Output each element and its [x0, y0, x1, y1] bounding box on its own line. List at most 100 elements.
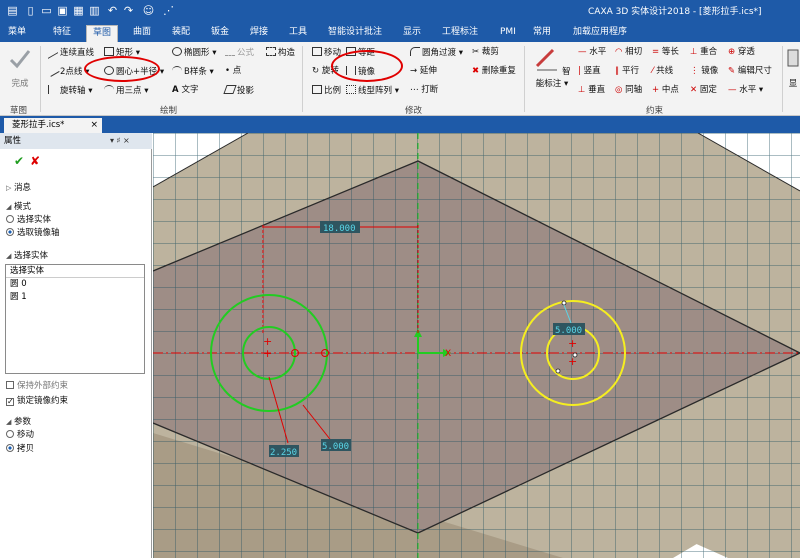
coincident-icon: ⊥: [690, 47, 701, 57]
select-entity-section[interactable]: ◢ 选择实体: [6, 249, 48, 261]
highlight-circle: [331, 50, 403, 82]
formula-icon: [225, 47, 235, 56]
app-icon[interactable]: ▤: [6, 4, 19, 17]
extend-tool[interactable]: → 延伸: [410, 66, 437, 77]
dimension-value-right: 5.000: [555, 326, 582, 336]
smart-dimension-button[interactable]: 智能标注 ▾: [530, 46, 574, 89]
document-tab[interactable]: 菱形拉手.ics* ×: [4, 118, 102, 133]
sketch-viewport[interactable]: X 18.000 + + 2.250 5.000 + + 5.000: [153, 133, 800, 558]
new-file-icon[interactable]: ▯: [24, 4, 37, 17]
pierce-constraint[interactable]: ⊕ 穿透: [728, 47, 755, 58]
lock-mirror-constraint-checkbox[interactable]: ✓ 锁定镜像约束: [6, 394, 68, 406]
text-tool[interactable]: A 文字: [172, 85, 199, 96]
tab-sketch[interactable]: 草图: [86, 25, 119, 42]
ellipse-tool[interactable]: 椭圆形 ▾: [172, 47, 216, 59]
tab-weld[interactable]: 焊接: [250, 25, 268, 42]
equal-length-constraint[interactable]: = 等长: [652, 47, 679, 58]
smiley-icon[interactable]: ☺: [142, 4, 155, 17]
tab-smart-annotation[interactable]: 智能设计批注: [328, 25, 382, 42]
tangent-constraint[interactable]: ◠ 相切: [615, 47, 642, 58]
concentric-constraint[interactable]: ◎ 同轴: [615, 85, 642, 96]
tab-surface[interactable]: 曲面: [133, 25, 151, 42]
three-point-arc-tool[interactable]: 用三点 ▾: [104, 85, 148, 97]
finish-button[interactable]: 完成: [4, 46, 36, 89]
perpendicular-constraint[interactable]: ⊥ 垂直: [578, 85, 605, 96]
confirm-icon[interactable]: ✔: [14, 154, 24, 168]
print-icon[interactable]: ▦: [72, 4, 85, 17]
horizontal-constraint[interactable]: — 水平: [578, 47, 606, 58]
tab-addons[interactable]: 加载应用程序: [573, 25, 627, 42]
break-tool[interactable]: ⋯ 打断: [410, 85, 438, 96]
collapse-arrow-icon: ◢: [6, 203, 12, 211]
dimension-value-top: 18.000: [323, 224, 356, 234]
ribbon-divider: [782, 46, 783, 112]
tab-tools[interactable]: 工具: [289, 25, 307, 42]
tab-feature[interactable]: 特征: [53, 25, 71, 42]
midpoint-constraint[interactable]: + 中点: [652, 85, 679, 96]
collinear-constraint[interactable]: ⁄ 共线: [652, 66, 673, 77]
tab-pmi[interactable]: PMI: [500, 25, 516, 42]
highlight-circle: [84, 56, 160, 82]
line-tool[interactable]: 连续直线: [48, 44, 94, 59]
params-section[interactable]: ◢ 参数: [6, 415, 31, 427]
display-button[interactable]: 显: [786, 46, 800, 89]
panel-pin-controls[interactable]: ▾ ♯ ×: [110, 133, 130, 149]
fillet-tool[interactable]: 圆角过渡 ▾: [410, 47, 463, 59]
checkbox-icon: [6, 381, 14, 389]
point-tool[interactable]: • 点: [225, 66, 241, 77]
dimension-value-small: 2.250: [270, 448, 297, 458]
keep-external-constraint-checkbox[interactable]: 保持外部约束: [6, 379, 68, 391]
ribbon-divider: [40, 46, 41, 112]
rotate-icon: ↻: [312, 66, 322, 76]
bspline-tool[interactable]: B样条 ▾: [172, 66, 214, 78]
close-tab-icon[interactable]: ×: [90, 118, 98, 132]
checkbox-checked-icon: ✓: [6, 397, 14, 406]
entity-list[interactable]: 选择实体 圆 0 圆 1: [5, 264, 145, 374]
tab-sheetmetal[interactable]: 钣金: [211, 25, 229, 42]
edit-dimension-button[interactable]: ✎ 编辑尺寸: [728, 66, 772, 77]
linear-array-tool[interactable]: 线型阵列 ▾: [346, 85, 399, 97]
group-label-modify: 修改: [405, 106, 423, 116]
mirror-constraint[interactable]: ⋮ 镜像: [690, 66, 718, 77]
list-item[interactable]: 圆 0: [6, 278, 144, 291]
mode-option-mirror-axis[interactable]: 选取镜像轴: [6, 226, 60, 238]
trim-tool[interactable]: ✂ 裁剪: [472, 47, 499, 58]
settings-icon[interactable]: ⋰: [162, 4, 175, 17]
cancel-icon[interactable]: ✘: [30, 154, 40, 168]
tab-common[interactable]: 常用: [533, 25, 551, 42]
mode-option-select-entity[interactable]: 选择实体: [6, 213, 51, 225]
list-item[interactable]: 圆 1: [6, 291, 144, 304]
group-label-draw: 绘制: [160, 106, 178, 116]
tab-display[interactable]: 显示: [403, 25, 421, 42]
project-tool[interactable]: 投影: [223, 85, 254, 97]
undo-icon[interactable]: ↶: [106, 4, 119, 17]
array-icon: [346, 85, 356, 94]
export-icon[interactable]: ▥: [88, 4, 101, 17]
save-icon[interactable]: ▣: [56, 4, 69, 17]
fixed-constraint[interactable]: ✕ 固定: [690, 85, 717, 96]
tab-menu[interactable]: 菜单: [8, 25, 26, 42]
param-option-copy[interactable]: 拷贝: [6, 442, 34, 454]
tab-engineering-dim[interactable]: 工程标注: [442, 25, 478, 42]
sketch-grid: [153, 133, 800, 558]
collapse-arrow-icon: ◢: [6, 252, 12, 260]
vertical-constraint[interactable]: | 竖直: [578, 66, 601, 77]
param-option-move[interactable]: 移动: [6, 428, 34, 440]
horizontal-constraint-2[interactable]: — 水平 ▾: [728, 85, 763, 96]
mode-section[interactable]: ◢ 模式: [6, 200, 31, 212]
coincident-constraint[interactable]: ⊥ 重合: [690, 47, 717, 58]
construct-tool[interactable]: 构造: [266, 47, 295, 59]
tab-assembly[interactable]: 装配: [172, 25, 190, 42]
formula-tool[interactable]: 公式: [225, 47, 254, 59]
ribbon: 完成 草图 连续直线 矩形 ▾ 椭圆形 ▾ 公式 构造 2点线 ▾ 圆心+半径 …: [0, 42, 800, 116]
break-icon: ⋯: [410, 85, 422, 95]
text-icon: A: [172, 85, 182, 95]
message-section[interactable]: ▷ 消息: [6, 181, 31, 193]
redo-icon[interactable]: ↷: [122, 4, 135, 17]
parallel-constraint[interactable]: ∥ 平行: [615, 66, 639, 77]
rotate-axis-tool[interactable]: 旋转轴 ▾: [48, 85, 92, 97]
delete-duplicate-tool[interactable]: ✖ 删除重复: [472, 66, 516, 77]
ribbon-divider: [302, 46, 303, 112]
scale-tool[interactable]: 比例: [312, 85, 341, 97]
open-file-icon[interactable]: ▭: [40, 4, 53, 17]
